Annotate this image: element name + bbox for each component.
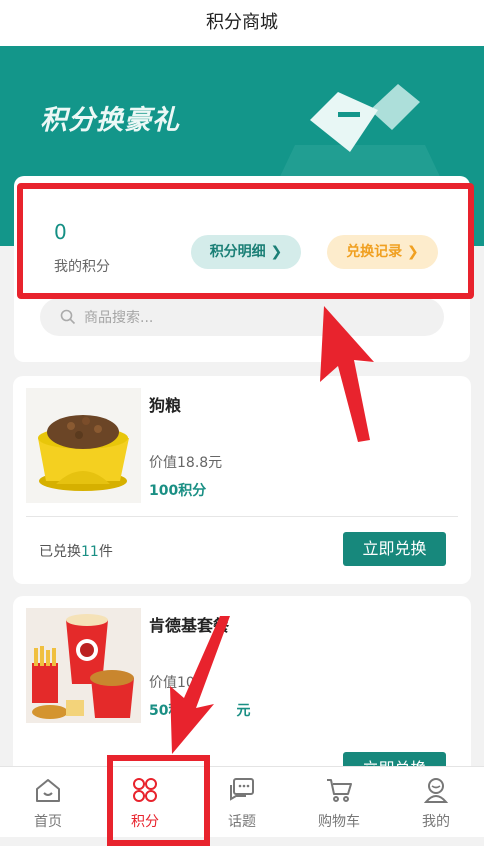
exchanged-prefix: 已兑换 bbox=[39, 544, 81, 560]
product-price: 价值18.8元 bbox=[149, 455, 223, 471]
tab-home[interactable]: 首页 bbox=[0, 767, 96, 837]
page-title: 积分商城 bbox=[0, 0, 484, 46]
annotation-arrow-down bbox=[170, 616, 230, 754]
tab-mine[interactable]: 我的 bbox=[388, 767, 484, 837]
product-name: 狗粮 bbox=[149, 396, 182, 415]
exchange-now-button[interactable]: 立即兑换 bbox=[343, 532, 446, 566]
home-icon bbox=[36, 779, 60, 802]
annotation-arrow-up bbox=[320, 306, 374, 442]
product-card[interactable]: 狗粮 价值18.8元 100积分 已兑换11件 立即兑换 bbox=[13, 376, 471, 584]
cart-icon bbox=[327, 779, 352, 802]
user-icon bbox=[423, 778, 449, 803]
annotation-tab-highlight-box bbox=[107, 755, 210, 846]
product-image-kfc-meal bbox=[26, 608, 141, 723]
exchanged-suffix: 件 bbox=[98, 544, 113, 560]
tab-label: 购物车 bbox=[318, 814, 360, 830]
product-image-dog-food bbox=[26, 388, 141, 503]
tab-cart[interactable]: 购物车 bbox=[291, 767, 387, 837]
exchanged-count: 已兑换11件 bbox=[39, 541, 113, 561]
tab-label: 我的 bbox=[422, 814, 450, 830]
hero-title: 积分换豪礼 bbox=[40, 105, 180, 136]
divider bbox=[26, 516, 458, 517]
tab-label: 首页 bbox=[34, 814, 62, 830]
exchanged-number: 11 bbox=[81, 544, 99, 560]
bottom-tab-bar: 首页 积分 话题 购物车 我的 bbox=[0, 766, 484, 837]
annotation-highlight-box bbox=[17, 183, 474, 299]
product-points: 100积分 bbox=[149, 483, 207, 499]
search-icon bbox=[60, 309, 76, 325]
chat-icon bbox=[230, 778, 254, 801]
